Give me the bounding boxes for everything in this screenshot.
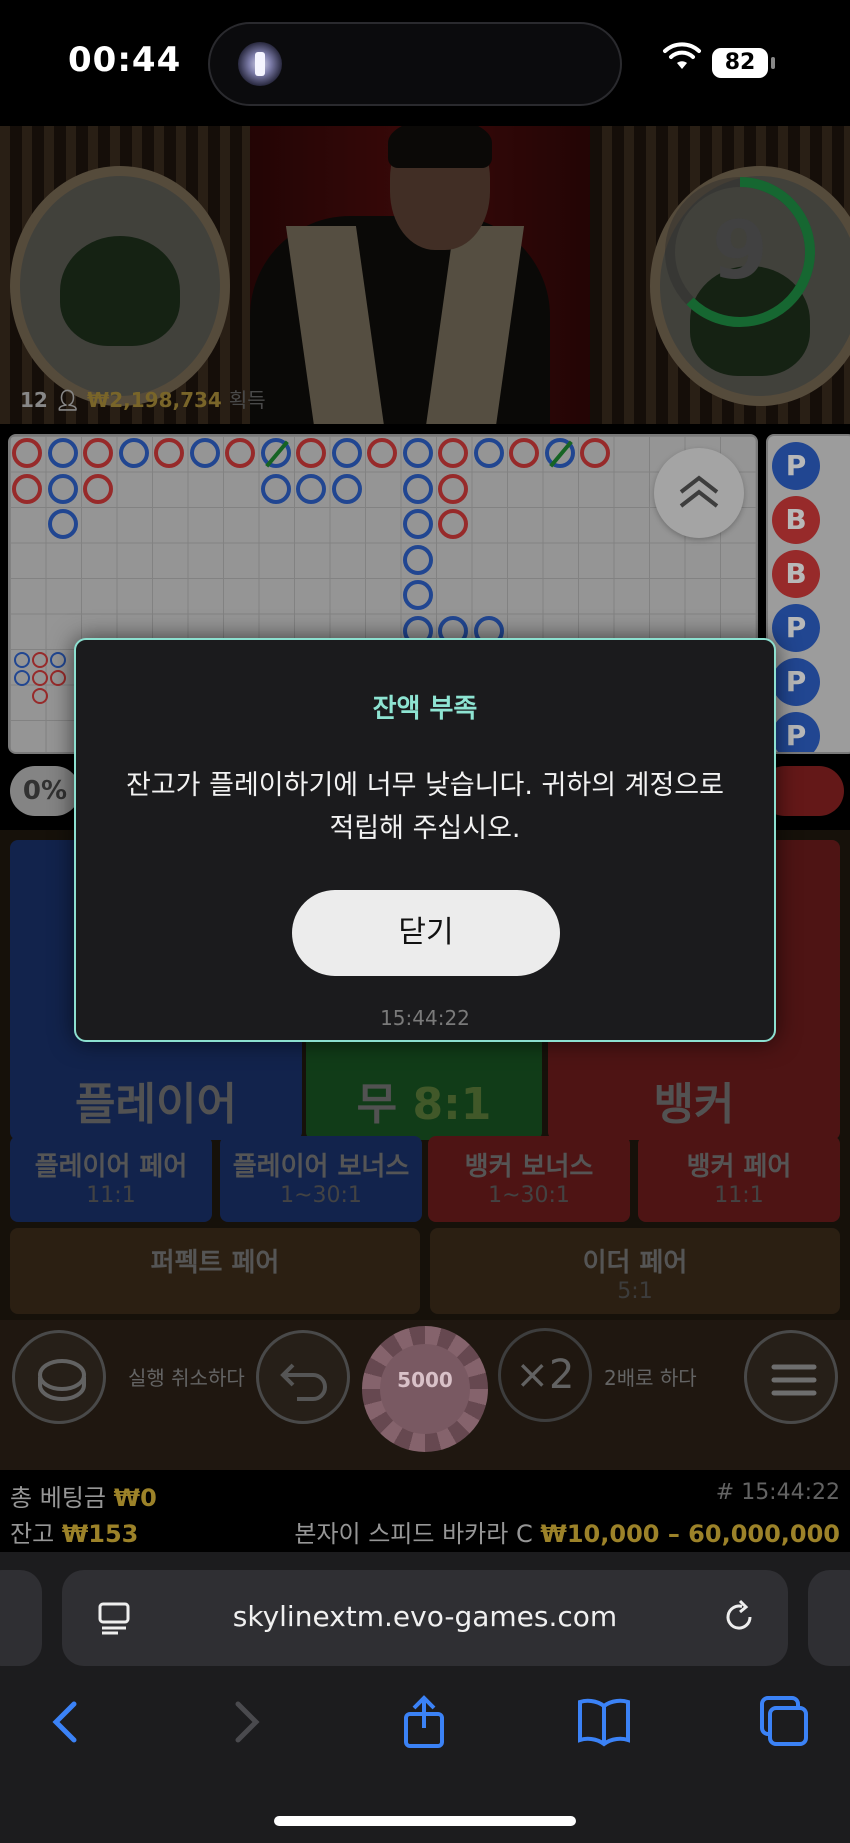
wifi-icon xyxy=(663,42,701,69)
dialog-message: 잔고가 플레이하기에 너무 낮습니다. 귀하의 계정으로 적립해 주십시오. xyxy=(126,770,724,844)
chip-value: 5000 xyxy=(397,1368,453,1392)
url-text: skylinextm.evo-games.com xyxy=(232,1600,618,1633)
dialog-title: 잔액 부족 xyxy=(372,694,478,724)
insufficient-balance-dialog: 잔액 부족 잔고가 플레이하기에 너무 낮습니다. 귀하의 계정으로 적립해 주… xyxy=(74,638,776,1042)
forward-icon[interactable] xyxy=(216,1692,276,1752)
address-bar[interactable]: skylinextm.evo-games.com xyxy=(62,1570,788,1666)
close-button[interactable]: 닫기 xyxy=(292,890,560,976)
previous-tab[interactable] xyxy=(0,1570,42,1666)
browser-toolbar: skylinextm.evo-games.com xyxy=(0,1552,850,1843)
flashlight-icon xyxy=(238,42,282,86)
battery-indicator: 82 xyxy=(712,48,775,78)
status-time: 00:44 xyxy=(68,40,182,80)
reload-icon[interactable] xyxy=(720,1598,758,1636)
bookmarks-icon[interactable] xyxy=(574,1692,634,1752)
home-indicator xyxy=(274,1816,576,1826)
share-icon[interactable] xyxy=(394,1692,454,1752)
next-tab[interactable] xyxy=(808,1570,850,1666)
dialog-timestamp: 15:44:22 xyxy=(380,1006,470,1030)
back-icon[interactable] xyxy=(36,1692,96,1752)
status-bar: 00:44 82 xyxy=(0,0,850,126)
dynamic-island xyxy=(208,22,622,106)
tabs-icon[interactable] xyxy=(754,1692,814,1752)
